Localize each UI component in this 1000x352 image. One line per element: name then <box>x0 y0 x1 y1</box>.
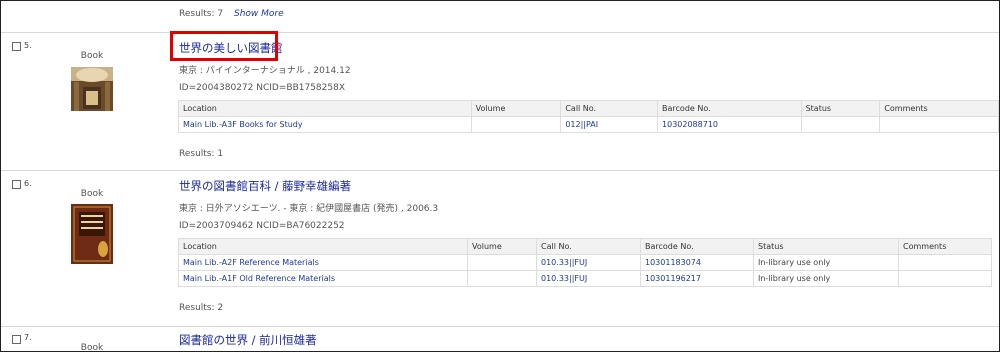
col-volume: Volume <box>467 238 537 255</box>
show-more-link[interactable]: Show More <box>234 9 284 19</box>
col-status: Status <box>753 238 899 255</box>
holding-row: Main Lib.-A3F Books for Study 012||PAI 1… <box>178 116 999 133</box>
col-location: Location <box>178 238 468 255</box>
barcode-link[interactable]: 10301196217 <box>640 270 754 287</box>
holding-row: Main Lib.-A1F Old Reference Materials 01… <box>178 270 992 287</box>
record-title-link[interactable]: 世界の図書館百科 / 藤野幸雄編著 <box>179 178 351 194</box>
volume-cell <box>467 254 537 271</box>
result-record: 7. Book 図書館の世界 / 前川恒雄著 <box>1 326 999 351</box>
call-number-link[interactable]: 010.33||FUJ <box>536 270 641 287</box>
select-checkbox[interactable] <box>12 180 21 189</box>
results-summary: Results: 7 Show More <box>179 9 284 19</box>
status-cell <box>800 116 881 133</box>
holding-row: Main Lib.-A2F Reference Materials 010.33… <box>178 254 992 271</box>
holdings-table: Location Volume Call No. Barcode No. Sta… <box>178 238 992 287</box>
results-count: Results: 7 <box>179 9 224 19</box>
record-title-link[interactable]: 図書館の世界 / 前川恒雄著 <box>179 332 317 348</box>
search-results-panel: Results: 7 Show More 5. Book 世界の美しい図書館 東… <box>0 0 1000 352</box>
col-volume: Volume <box>470 100 562 117</box>
publication-info: 東京 : 日外アソシエーツ. - 東京 : 紀伊國屋書店 (発売) , 2006… <box>179 204 439 214</box>
call-number-link[interactable]: 012||PAI <box>560 116 659 133</box>
holdings-results-count: Results: 2 <box>179 303 224 313</box>
record-ids: ID=2004380272 NCID=BB1758258X <box>179 83 345 93</box>
col-comments: Comments <box>898 238 992 255</box>
book-cover-thumbnail[interactable] <box>71 67 113 111</box>
holdings-header-row: Location Volume Call No. Barcode No. Sta… <box>178 100 999 117</box>
location-link[interactable]: Main Lib.-A3F Books for Study <box>178 116 472 133</box>
holdings-header-row: Location Volume Call No. Barcode No. Sta… <box>178 238 992 255</box>
comments-cell <box>898 270 992 287</box>
record-number: 5. <box>24 41 32 50</box>
material-type: Book <box>80 189 104 199</box>
location-link[interactable]: Main Lib.-A2F Reference Materials <box>178 254 468 271</box>
call-number-link[interactable]: 010.33||FUJ <box>536 254 641 271</box>
barcode-link[interactable]: 10301183074 <box>640 254 754 271</box>
col-barcode: Barcode No. <box>640 238 754 255</box>
material-type: Book <box>80 51 104 61</box>
record-number: 6. <box>24 179 32 188</box>
select-checkbox[interactable] <box>12 42 21 51</box>
volume-cell <box>470 116 562 133</box>
status-cell: In-library use only <box>753 270 899 287</box>
col-status: Status <box>800 100 881 117</box>
location-link[interactable]: Main Lib.-A1F Old Reference Materials <box>178 270 468 287</box>
col-call-no: Call No. <box>536 238 641 255</box>
material-type: Book <box>80 343 104 352</box>
comments-cell <box>879 116 999 133</box>
publication-info: 東京 : パイインターナショナル , 2014.12 <box>179 66 351 76</box>
holdings-results-count: Results: 1 <box>179 149 224 159</box>
record-ids: ID=2003709462 NCID=BA76022252 <box>179 221 345 231</box>
record-number: 7. <box>24 333 32 342</box>
col-call-no: Call No. <box>560 100 659 117</box>
holdings-table: Location Volume Call No. Barcode No. Sta… <box>178 100 999 133</box>
barcode-link[interactable]: 10302088710 <box>657 116 802 133</box>
highlight-box <box>170 31 278 61</box>
comments-cell <box>898 254 992 271</box>
col-comments: Comments <box>879 100 999 117</box>
result-record: 6. Book 世界の図書館百科 / 藤野幸雄編著 東京 : 日外アソシエーツ.… <box>1 170 999 326</box>
select-checkbox[interactable] <box>12 335 21 344</box>
book-cover-thumbnail[interactable] <box>71 204 113 264</box>
volume-cell <box>467 270 537 287</box>
col-barcode: Barcode No. <box>657 100 802 117</box>
result-record: 5. Book 世界の美しい図書館 東京 : パイインターナショナル , 201… <box>1 32 999 170</box>
col-location: Location <box>178 100 472 117</box>
status-cell: In-library use only <box>753 254 899 271</box>
